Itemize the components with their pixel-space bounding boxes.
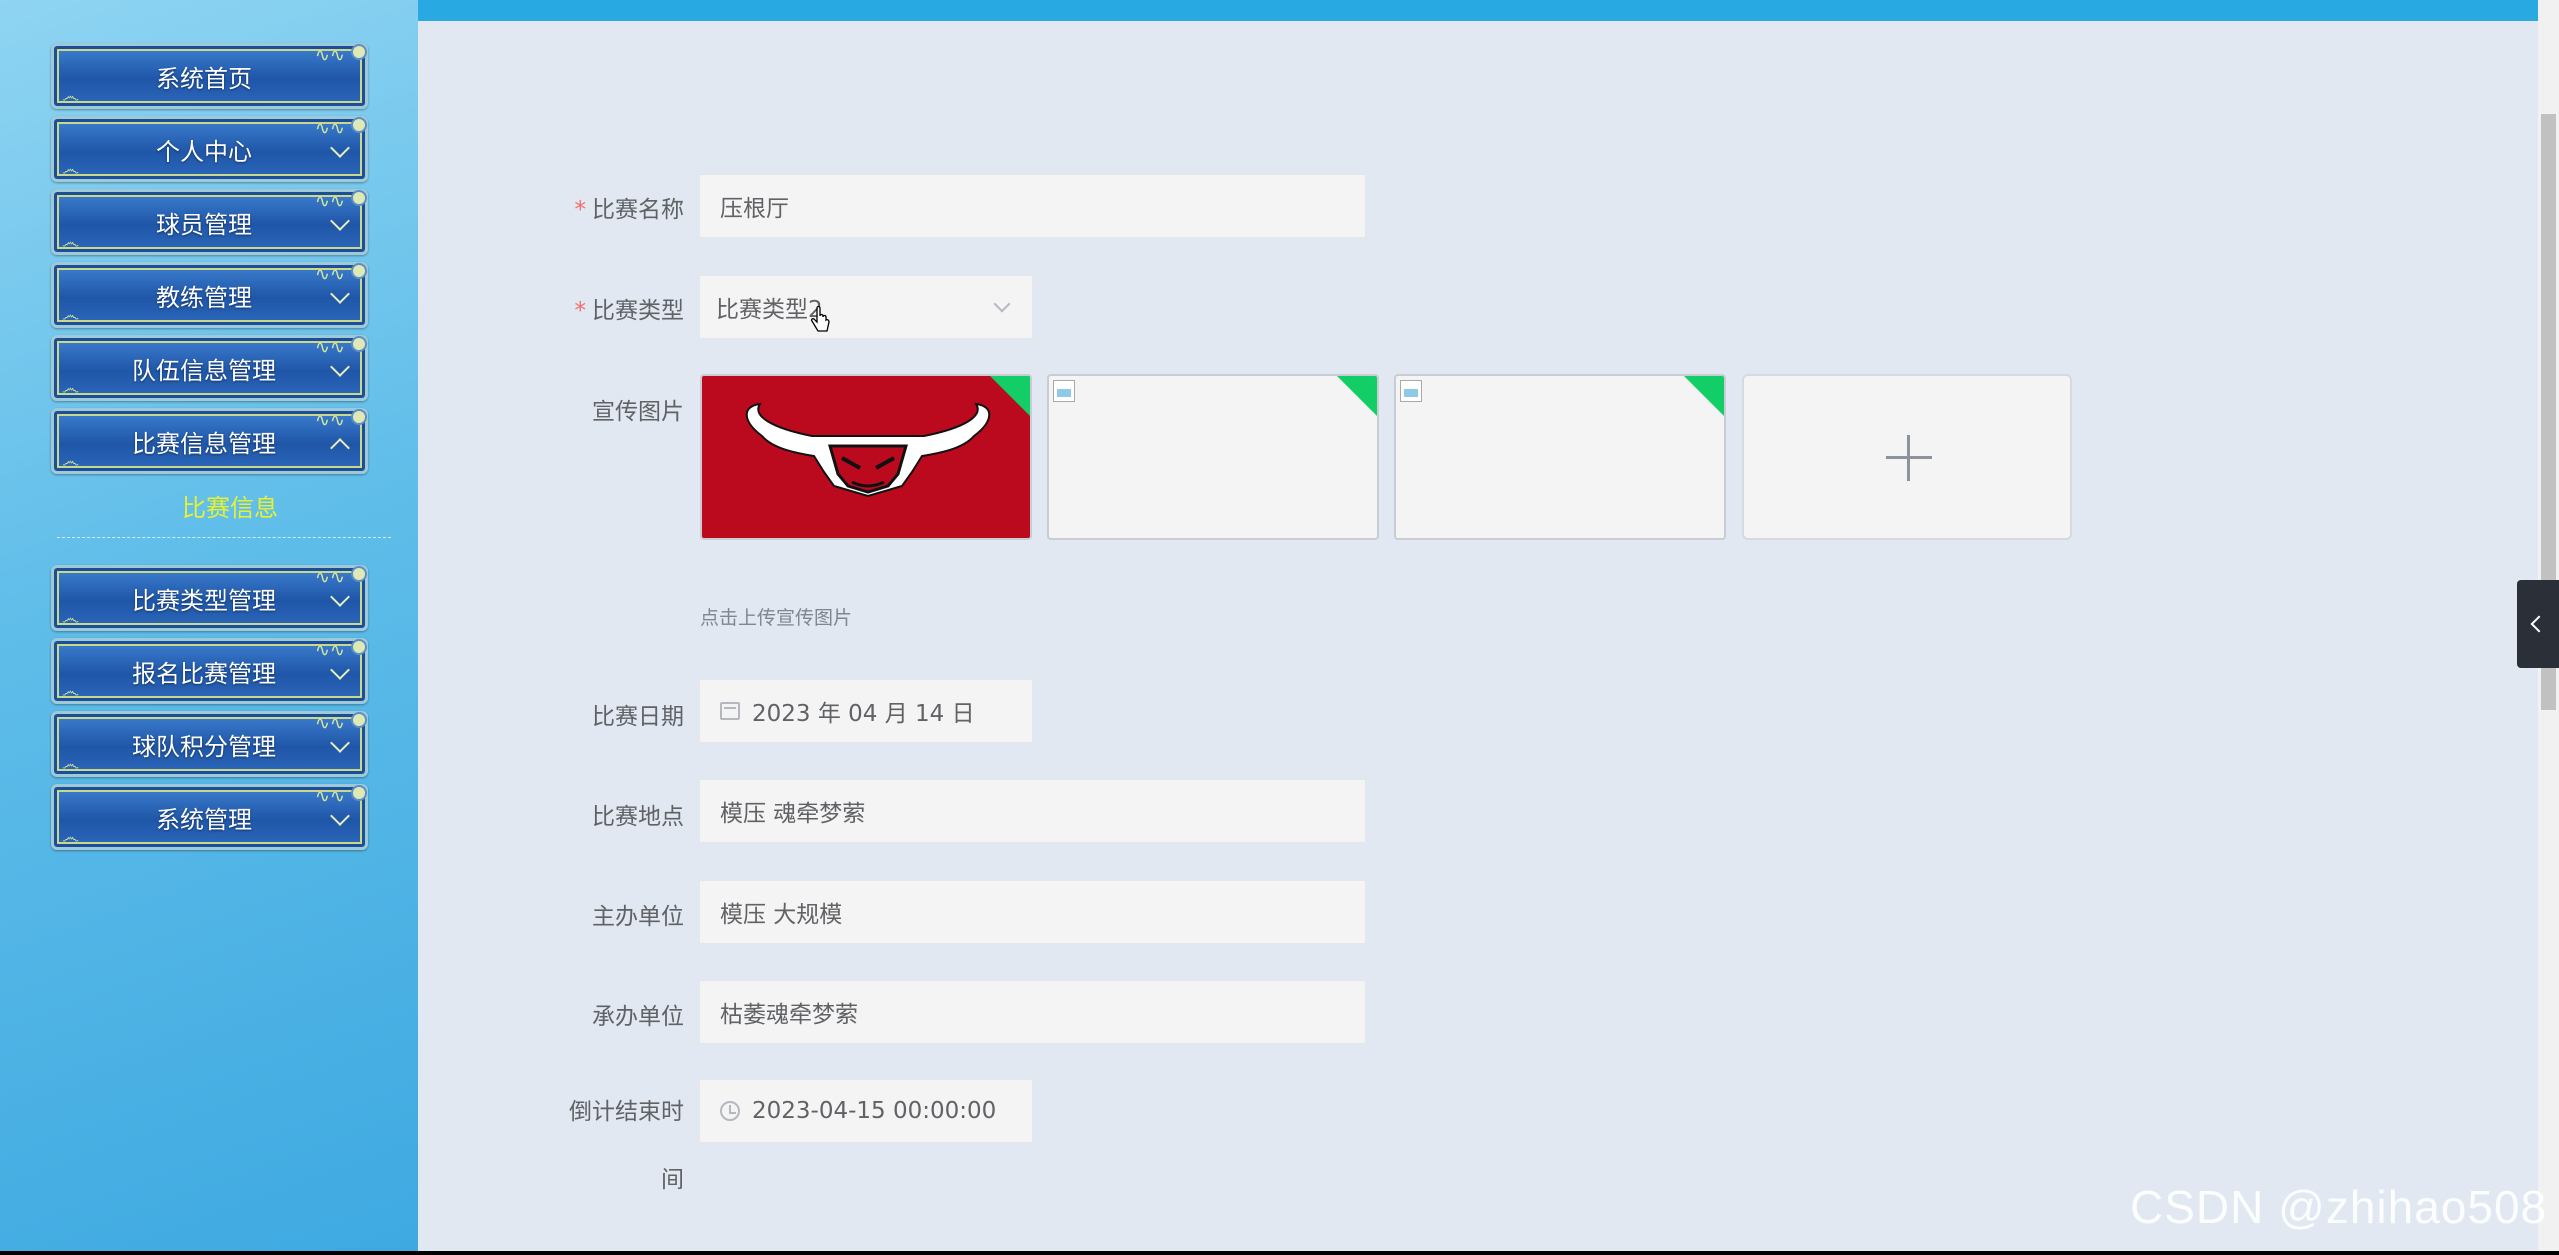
uploaded-image-2[interactable]	[1047, 374, 1379, 540]
upload-success-badge	[988, 376, 1030, 418]
match-name-label: * 比赛名称	[384, 190, 685, 224]
menu-label: 系统首页	[156, 64, 252, 93]
match-location-input[interactable]: 模压 魂牵梦萦	[699, 779, 1366, 843]
required-mark: *	[574, 197, 587, 223]
menu-home[interactable]: ∿∿ ෴ 系统首页	[51, 43, 368, 109]
plus-icon	[1907, 435, 1910, 481]
broken-image-icon	[1400, 380, 1422, 402]
watermark: CSDN @zhihao508	[2130, 1181, 2548, 1233]
upload-success-badge	[1335, 376, 1377, 418]
menu-label: 比赛类型管理	[132, 586, 276, 615]
upload-success-badge	[1682, 376, 1724, 418]
bulls-logo-icon	[745, 402, 991, 498]
menu-label: 比赛信息管理	[132, 429, 276, 458]
menu-coach-management[interactable]: ∿∿ ෴ 教练管理	[51, 262, 368, 328]
label-text: 间	[661, 1167, 684, 1193]
menu-registration-management[interactable]: ∿∿ ෴ 报名比赛管理	[51, 638, 368, 704]
organizer-input[interactable]: 模压 大规模	[699, 880, 1366, 944]
input-value: 压根厅	[720, 196, 789, 222]
menu-label: 球队积分管理	[132, 732, 276, 761]
uploaded-image-3[interactable]	[1394, 374, 1726, 540]
clock-icon	[720, 1101, 740, 1121]
upload-hint: 点击上传宣传图片	[700, 607, 853, 629]
co-organizer-label: 承办单位	[592, 1004, 684, 1030]
required-mark: *	[574, 298, 587, 324]
input-value: 模压 魂牵梦萦	[720, 801, 866, 827]
input-value: 2023-04-15 00:00:00	[752, 1098, 997, 1124]
match-date-picker[interactable]: 2023 年 04 月 14 日	[699, 679, 1033, 743]
label-text: 比赛名称	[592, 197, 684, 223]
broken-image-icon	[1053, 380, 1075, 402]
app-window: ∿∿ ෴ 系统首页 ∿∿ ෴ 个人中心 ∿∿ ෴ 球员管理 ∿∿ ෴ 教练管理	[0, 0, 2559, 1251]
submenu-divider	[57, 537, 391, 538]
calendar-icon	[720, 702, 740, 720]
input-value: 枯萎魂牵梦萦	[720, 1002, 858, 1028]
uploaded-image-bulls[interactable]	[700, 374, 1032, 540]
menu-label: 报名比赛管理	[132, 659, 276, 688]
match-type-select[interactable]: 比赛类型2	[699, 275, 1033, 339]
co-organizer-input[interactable]: 枯萎魂牵梦萦	[699, 980, 1366, 1044]
menu-label: 系统管理	[156, 805, 252, 834]
countdown-end-picker[interactable]: 2023-04-15 00:00:00	[699, 1079, 1033, 1143]
chevron-down-icon	[993, 295, 1011, 313]
menu-player-management[interactable]: ∿∿ ෴ 球员管理	[51, 189, 368, 255]
sidebar: ∿∿ ෴ 系统首页 ∿∿ ෴ 个人中心 ∿∿ ෴ 球员管理 ∿∿ ෴ 教练管理	[0, 0, 418, 1251]
menu-match-info-management[interactable]: ∿∿ ෴ 比赛信息管理	[51, 408, 368, 474]
label-text: 倒计结束时	[569, 1099, 684, 1125]
countdown-end-label: 倒计结束时 间	[384, 1097, 684, 1195]
menu-match-type-management[interactable]: ∿∿ ෴ 比赛类型管理	[51, 565, 368, 631]
promo-images-label: 宣传图片	[592, 399, 684, 425]
menu-personal-center[interactable]: ∿∿ ෴ 个人中心	[51, 116, 368, 182]
organizer-label: 主办单位	[592, 904, 684, 930]
menu-label: 教练管理	[156, 283, 252, 312]
upload-image-button[interactable]	[1742, 374, 2072, 540]
top-bar	[418, 0, 2538, 21]
menu-label: 队伍信息管理	[132, 356, 276, 385]
match-type-label: * 比赛类型	[384, 291, 685, 325]
menu-label: 个人中心	[156, 137, 252, 166]
match-location-label: 比赛地点	[592, 804, 684, 830]
menu-label: 球员管理	[156, 210, 252, 239]
menu-team-info-management[interactable]: ∿∿ ෴ 队伍信息管理	[51, 335, 368, 401]
menu-system-management[interactable]: ∿∿ ෴ 系统管理	[51, 784, 368, 850]
chevron-left-icon	[2530, 615, 2548, 633]
input-value: 模压 大规模	[720, 902, 843, 928]
match-date-label: 比赛日期	[592, 704, 684, 730]
submenu-match-info[interactable]: 比赛信息	[60, 490, 400, 530]
side-panel-toggle[interactable]	[2517, 580, 2559, 668]
hand-cursor-icon	[810, 306, 830, 332]
match-name-input[interactable]: 压根厅	[699, 174, 1366, 238]
label-text: 比赛类型	[592, 298, 684, 324]
select-value: 比赛类型2	[716, 297, 823, 323]
input-value: 2023 年 04 月 14 日	[752, 701, 975, 727]
menu-team-points-management[interactable]: ∿∿ ෴ 球队积分管理	[51, 711, 368, 777]
